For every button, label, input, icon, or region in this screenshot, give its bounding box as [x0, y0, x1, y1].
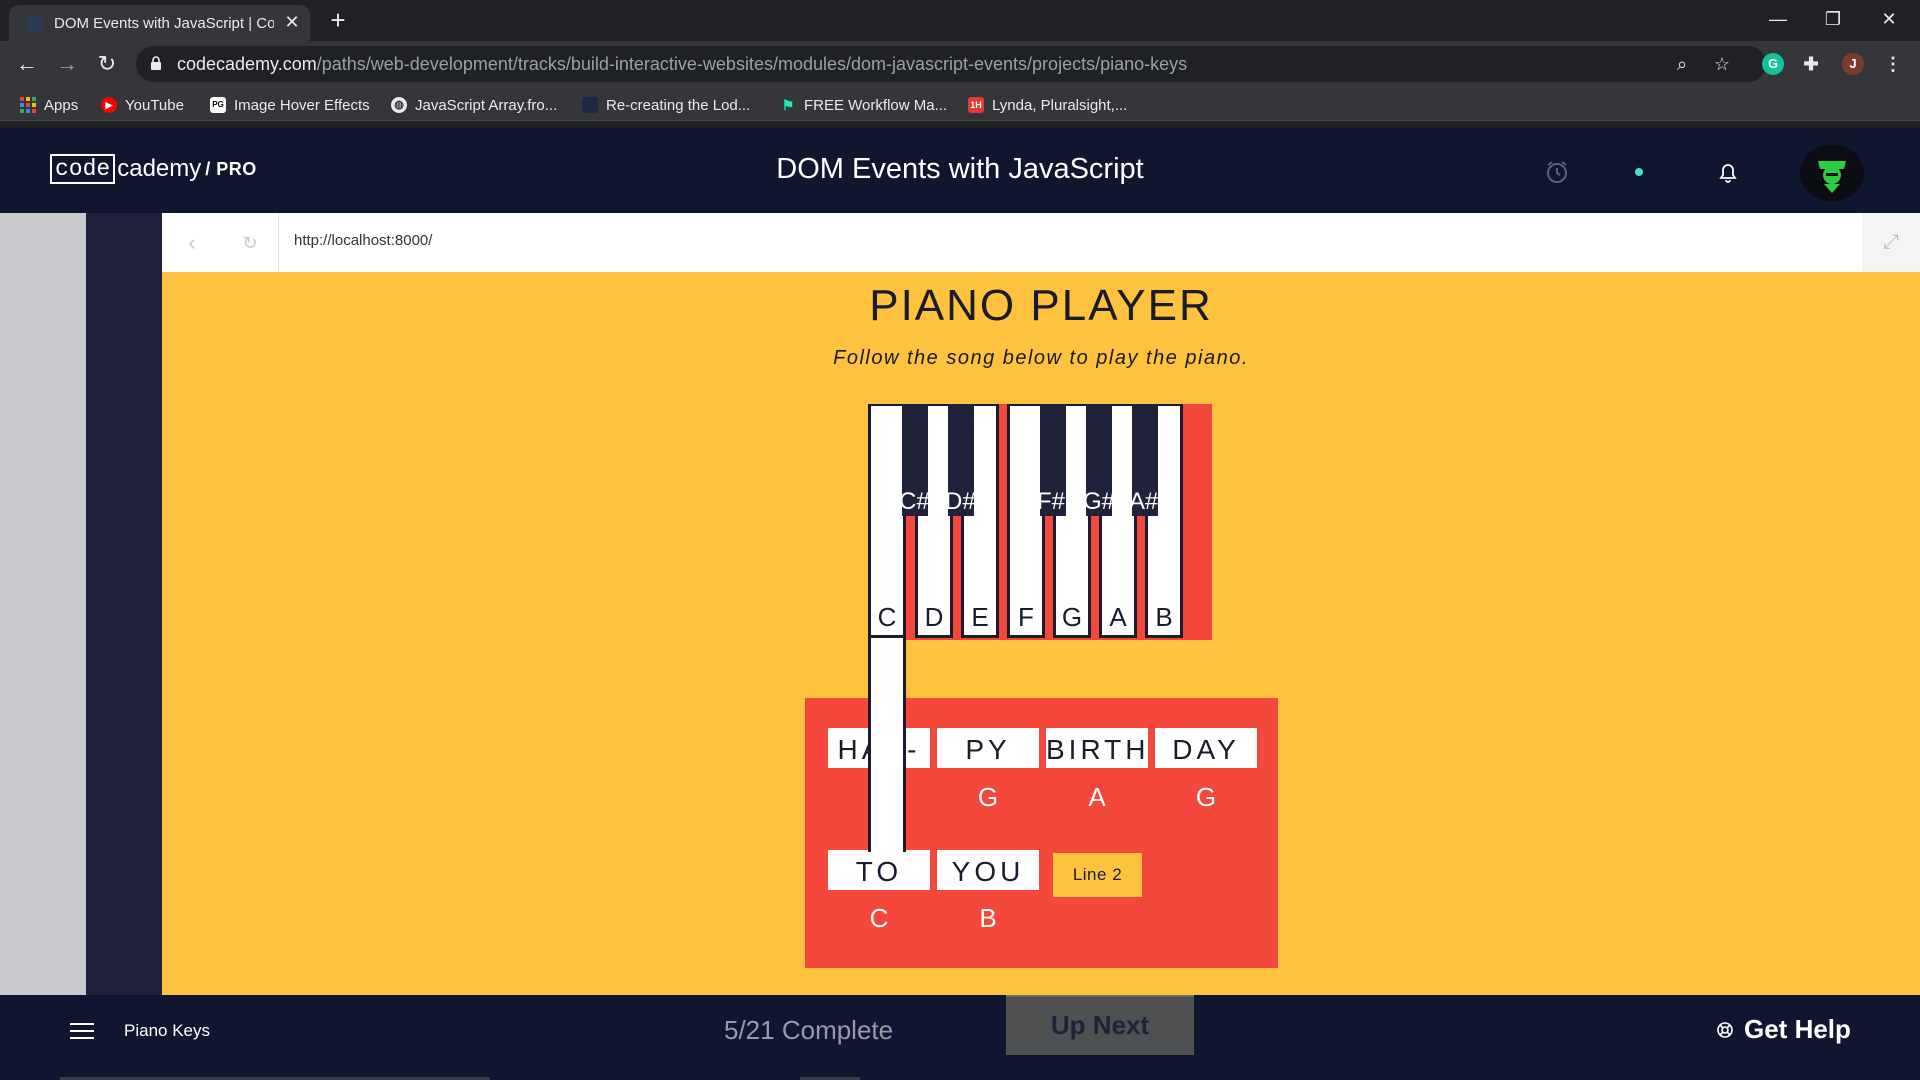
- key-label: C: [877, 602, 897, 632]
- bookmark-label: JavaScript Array.fro...: [415, 96, 558, 114]
- address-bar[interactable]: codecademy.com/paths/web-development/tra…: [136, 46, 1766, 82]
- lyric-note: C: [869, 903, 889, 933]
- bookmark-label: Image Hover Effects: [234, 96, 370, 114]
- tab-title: DOM Events with JavaScript | Codecademy: [54, 15, 274, 32]
- key-label: A: [1109, 602, 1127, 632]
- piano-title: PIANO PLAYER: [869, 281, 1213, 330]
- lyric-word: DAY: [1155, 728, 1257, 768]
- key-label: A#: [1129, 488, 1159, 515]
- forward-icon[interactable]: →: [52, 49, 82, 79]
- bookmark-lynda-pluralsight[interactable]: 1H Lynda, Pluralsight,...: [968, 94, 1127, 116]
- get-help-label: Get Help: [1744, 1014, 1851, 1044]
- white-key-c[interactable]: C: [868, 404, 906, 638]
- black-key-c-sharp[interactable]: C#: [899, 404, 930, 516]
- black-key-d-sharp[interactable]: D#: [945, 404, 976, 516]
- up-next-button[interactable]: Up Next: [1006, 995, 1194, 1055]
- get-help-button[interactable]: Get Help: [1716, 1014, 1851, 1045]
- back-icon[interactable]: ←: [12, 49, 42, 79]
- globe-icon: ◍: [391, 97, 407, 113]
- preview-bar-divider: [278, 213, 279, 272]
- preview-pane: PIANO PLAYER Follow the song below to pl…: [162, 272, 1920, 995]
- preview-back-icon[interactable]: ‹: [180, 231, 204, 255]
- window-close-icon[interactable]: ✕: [1866, 4, 1912, 34]
- page-icon: [582, 97, 598, 113]
- key-label: C#: [899, 488, 930, 515]
- address-url: codecademy.com/paths/web-development/tra…: [177, 54, 1188, 74]
- minimize-icon[interactable]: —: [1755, 4, 1801, 34]
- c-key-overflow: [868, 638, 906, 852]
- alarm-clock-icon[interactable]: [1542, 157, 1572, 187]
- key-label: G#: [1083, 488, 1116, 515]
- lyric-note: B: [979, 903, 997, 933]
- codecademy-footer: Piano Keys 5/21 Complete Up Next Get Hel…: [0, 995, 1920, 1080]
- lyric-word: PY: [937, 728, 1039, 768]
- bookmark-youtube[interactable]: ▶ YouTube: [101, 94, 184, 116]
- reload-icon[interactable]: ↻: [92, 49, 122, 79]
- key-label: D: [924, 602, 944, 632]
- progress-text: 5/21 Complete: [724, 1015, 894, 1045]
- hamburger-menu-icon[interactable]: [70, 1023, 94, 1043]
- codecademy-favicon-icon: [26, 16, 42, 32]
- black-key-f-sharp[interactable]: F#: [1037, 404, 1066, 516]
- avatar-graphic-icon: [1800, 145, 1864, 201]
- bookmark-label: FREE Workflow Ma...: [804, 96, 948, 114]
- bookmark-javascript-array[interactable]: ◍ JavaScript Array.fro...: [391, 94, 557, 116]
- bookmark-image-hover-effects[interactable]: PG Image Hover Effects: [210, 94, 370, 116]
- new-tab-button[interactable]: +: [324, 6, 352, 34]
- lock-icon: [151, 56, 161, 70]
- restore-icon[interactable]: ❐: [1810, 4, 1856, 34]
- zoom-search-icon[interactable]: ⌕: [1671, 53, 1693, 75]
- bookmark-label: YouTube: [125, 96, 184, 114]
- preview-url[interactable]: http://localhost:8000/: [294, 232, 432, 249]
- lyric-word: YOU: [937, 850, 1039, 890]
- black-key-g-sharp[interactable]: G#: [1083, 404, 1115, 516]
- key-label: F#: [1037, 488, 1066, 515]
- lyric-word: BIRTH: [1046, 728, 1148, 768]
- browser-toolbar: ← → ↻ codecademy.com/paths/web-developme…: [0, 41, 1920, 87]
- bell-icon[interactable]: [1713, 157, 1743, 187]
- bookmark-apps[interactable]: Apps: [20, 94, 78, 116]
- browser-tab[interactable]: DOM Events with JavaScript | Codecademy …: [9, 5, 310, 41]
- key-label: D#: [945, 488, 976, 515]
- preview-browser-bar: ‹ ↻ http://localhost:8000/ ⤢: [162, 213, 1920, 272]
- extensions-puzzle-icon[interactable]: ✚: [1800, 53, 1822, 75]
- lyric-note: G: [1195, 782, 1217, 812]
- pg-icon: PG: [210, 97, 226, 113]
- status-dot-icon: [1635, 168, 1643, 176]
- tab-close-icon[interactable]: ✕: [281, 11, 303, 33]
- bookmark-label: Re-creating the Lod...: [606, 96, 751, 114]
- lesson-name[interactable]: Piano Keys: [124, 1021, 210, 1041]
- key-label: F: [1018, 602, 1034, 632]
- bookmark-label: Lynda, Pluralsight,...: [992, 96, 1128, 114]
- chrome-menu-icon[interactable]: ⋮: [1882, 53, 1904, 75]
- bookmark-free-workflow[interactable]: ⚑ FREE Workflow Ma...: [780, 94, 947, 116]
- editor-panel-edge: [86, 213, 162, 995]
- 1h-icon: 1H: [968, 97, 984, 113]
- codecademy-header: code cademy / PRO DOM Events with JavaScri…: [0, 128, 1920, 213]
- lifebuoy-icon: [1717, 1021, 1733, 1038]
- instructions-panel-edge: [0, 213, 86, 995]
- key-label: B: [1155, 602, 1173, 632]
- bookmark-recreating-the-lod[interactable]: Re-creating the Lod...: [582, 94, 750, 116]
- lyric-note: A: [1088, 782, 1106, 812]
- key-label: G: [1061, 602, 1083, 632]
- black-key-a-sharp[interactable]: A#: [1129, 404, 1158, 516]
- user-avatar[interactable]: [1800, 145, 1864, 201]
- key-label: E: [971, 602, 989, 632]
- browser-tab-strip: DOM Events with JavaScript | Codecademy …: [0, 0, 1920, 41]
- line-2-button[interactable]: Line 2: [1053, 853, 1142, 897]
- piano-subtitle: Follow the song below to play the piano.: [833, 347, 1249, 369]
- bookmark-label: Apps: [44, 96, 79, 114]
- bookmark-star-icon[interactable]: ☆: [1711, 53, 1733, 75]
- profile-avatar[interactable]: J: [1842, 53, 1864, 75]
- flag-icon: ⚑: [781, 97, 795, 113]
- lyric-word: TO: [828, 850, 930, 890]
- lyric-note: G: [977, 782, 999, 812]
- apps-grid-icon: [20, 97, 36, 113]
- youtube-icon: ▶: [101, 97, 117, 113]
- grammarly-extension-icon[interactable]: G: [1762, 53, 1784, 75]
- bookmarks-bar: Apps ▶ YouTube PG Image Hover Effects ◍ …: [0, 87, 1920, 121]
- expand-icon[interactable]: ⤢: [1862, 213, 1920, 272]
- preview-refresh-icon[interactable]: ↻: [238, 231, 262, 255]
